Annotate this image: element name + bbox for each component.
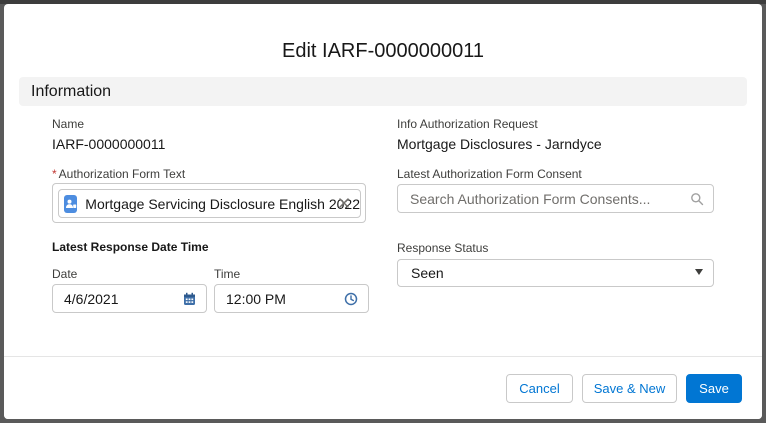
time-label: Time [214,267,241,281]
date-input[interactable]: 4/6/2021 [52,284,207,313]
name-field: Name IARF-0000000011 [52,117,165,153]
required-marker: * [52,167,57,181]
chevron-down-icon [695,269,703,275]
response-status-label: Response Status [397,241,489,255]
latest-response-heading: Latest Response Date Time [52,240,209,254]
section-title: Information [31,82,112,100]
name-value: IARF-0000000011 [52,136,166,152]
name-label: Name [52,117,85,131]
latest-consent-placeholder: Search Authorization Form Consents... [410,190,651,207]
auth-form-text-lookup[interactable]: Mortgage Servicing Disclosure English 20… [52,183,366,223]
time-label-wrap: Time [214,267,240,281]
response-status-select[interactable]: Seen [397,259,714,287]
cancel-button[interactable]: Cancel [506,374,573,403]
time-value: 12:00 PM [226,290,286,307]
date-label-wrap: Date [52,267,77,281]
auth-form-text-pill[interactable]: Mortgage Servicing Disclosure English 20… [58,189,361,218]
save-and-new-button[interactable]: Save & New [582,374,677,403]
save-button[interactable]: Save [686,374,742,403]
response-status-label-wrap: Response Status [397,241,488,255]
section-header-information[interactable]: Information [19,77,747,106]
calendar-icon[interactable] [183,292,196,309]
search-icon [690,192,704,211]
latest-consent-label-wrap: Latest Authorization Form Consent [397,167,582,181]
time-input[interactable]: 12:00 PM [214,284,369,313]
auth-form-text-pill-label: Mortgage Servicing Disclosure English 20… [85,195,360,212]
latest-consent-search-input[interactable]: Search Authorization Form Consents... [397,184,714,213]
info-request-label: Info Authorization Request [397,117,538,131]
modal-footer: Cancel Save & New Save [4,356,762,419]
edit-record-modal: Edit IARF-0000000011 Information Name IA… [4,4,762,419]
date-label: Date [52,267,78,281]
response-status-value: Seen [411,265,444,281]
modal-header: Edit IARF-0000000011 [4,4,762,74]
info-request-field: Info Authorization Request Mortgage Disc… [397,117,602,153]
contact-icon [64,194,78,213]
info-request-value: Mortgage Disclosures - Jarndyce [397,136,602,152]
auth-form-text-label: Authorization Form Text [58,167,186,181]
date-value: 4/6/2021 [64,290,119,307]
close-icon[interactable] [337,196,351,210]
modal-title: Edit IARF-0000000011 [282,39,484,62]
clock-icon[interactable] [344,292,358,309]
latest-consent-label: Latest Authorization Form Consent [397,167,582,181]
auth-form-text-label-wrap: * Authorization Form Text [52,167,185,181]
